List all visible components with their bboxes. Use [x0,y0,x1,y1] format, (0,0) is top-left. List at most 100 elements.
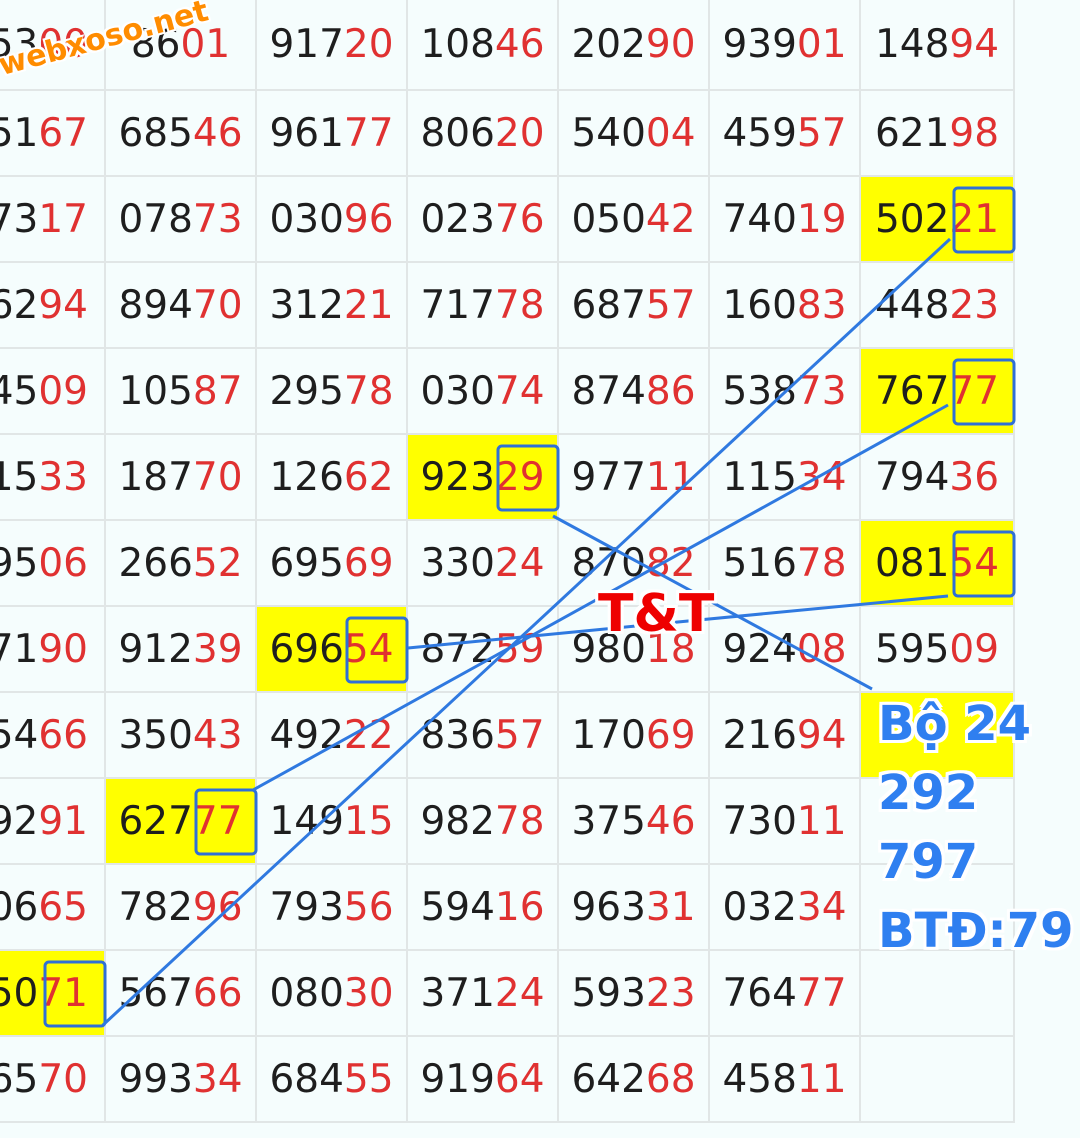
number-tail: 90 [645,22,696,67]
number-head: 924 [722,626,797,672]
number-tail: 16 [494,884,545,930]
number-tail: 78 [796,540,847,586]
number-head: 621 [874,110,950,156]
number-tail: 17 [38,196,88,242]
number-tail: 78 [494,282,545,328]
grid-cell: 806 20 [408,91,559,177]
number-tail: 98 [949,110,1000,156]
number-head: 458 [722,1056,797,1102]
number-tail: 91 [38,798,88,844]
number-tail: 46 [645,798,696,844]
number-tail: 96 [343,196,394,242]
number-head: 963 [571,884,646,930]
number-tail: 57 [645,282,696,328]
grid-cell: 685 46 [106,91,257,177]
number-tail: 11 [796,1056,847,1102]
number-head: 266 [118,540,193,586]
number-head: 148 [874,22,950,67]
grid-cell: 963 31 [559,865,710,951]
number-tail: 77 [192,798,243,844]
number-head: 51 [0,110,39,156]
number-head: 216 [722,712,797,758]
number-tail: 77 [949,368,1000,414]
grid-cell: 266 52 [106,521,257,607]
number-tail: 22 [343,712,394,758]
number-tail: 62 [343,454,394,500]
grid-cell [861,1037,1015,1123]
number-tail: 34 [796,884,847,930]
number-tail: 90 [38,626,88,672]
number-head: 080 [269,970,344,1016]
grid-cell: 375 46 [559,779,710,865]
number-head: 793 [269,884,344,930]
number-head: 912 [118,626,193,672]
grid-cell: 350 43 [106,693,257,779]
number-head: 350 [118,712,193,758]
number-head: 06 [0,884,39,930]
number-head: 108 [420,22,495,67]
grid-cell: 923 29 [408,435,559,521]
number-head: 696 [269,626,344,672]
number-tail: 70 [192,282,243,328]
grid-cell: 874 86 [559,349,710,435]
number-tail: 94 [796,712,847,758]
number-head: 540 [571,110,646,156]
note-line-3: 797 [878,834,979,890]
number-tail: 08 [796,626,847,672]
grid-cell: 5466 [0,693,106,779]
grid-cell: 836 57 [408,693,559,779]
number-tail: 01 [796,22,847,67]
number-head: 54 [0,712,39,758]
number-head: 95 [0,540,39,586]
grid-cell: 492 22 [257,693,408,779]
number-head: 782 [118,884,193,930]
number-tail: 39 [192,626,243,672]
grid-cell: 782 96 [106,865,257,951]
number-head: 62 [0,282,39,328]
grid-cell: 540 04 [559,91,710,177]
grid-cell: 695 69 [257,521,408,607]
number-head: 71 [0,626,39,672]
grid-cell: 6570 [0,1037,106,1123]
number-head: 939 [722,22,797,67]
number-head: 492 [269,712,344,758]
grid-cell: 187 70 [106,435,257,521]
number-head: 917 [269,22,344,67]
number-tail: 33 [38,454,88,500]
number-tail: 24 [494,540,545,586]
number-tail: 69 [645,712,696,758]
number-tail: 23 [949,282,1000,328]
number-head: 50 [0,970,39,1016]
grid-cell: 5167 [0,91,106,177]
grid-cell: 794 36 [861,435,1015,521]
grid-cell: 330 24 [408,521,559,607]
number-tail: 15 [343,798,394,844]
number-tail: 69 [343,540,394,586]
number-tail: 21 [949,196,1000,242]
grid-cell: 894 70 [106,263,257,349]
grid-cell: 105 87 [106,349,257,435]
grid-cell: 982 78 [408,779,559,865]
number-tail: 36 [949,454,1000,500]
number-head: 627 [118,798,193,844]
number-tail: 70 [192,454,243,500]
grid-cell: 939 01 [710,0,861,91]
number-tail: 54 [949,540,1000,586]
number-tail: 73 [192,196,243,242]
note-line-4: BTĐ:79 [878,903,1074,959]
number-head: 593 [571,970,646,1016]
number-tail: 65 [38,884,88,930]
number-tail: 67 [38,110,88,156]
grid-cell: 115 34 [710,435,861,521]
number-head: 078 [118,196,193,242]
number-head: 023 [420,196,495,242]
grid-cell: 081 54 [861,521,1015,607]
number-head: 115 [722,454,797,500]
number-head: 126 [269,454,344,500]
grid-cell: 202 90 [559,0,710,91]
grid-cell: 684 55 [257,1037,408,1123]
number-head: 993 [118,1056,193,1102]
grid-cell: 595 09 [861,607,1015,693]
number-tail: 43 [192,712,243,758]
grid-cell: 961 77 [257,91,408,177]
